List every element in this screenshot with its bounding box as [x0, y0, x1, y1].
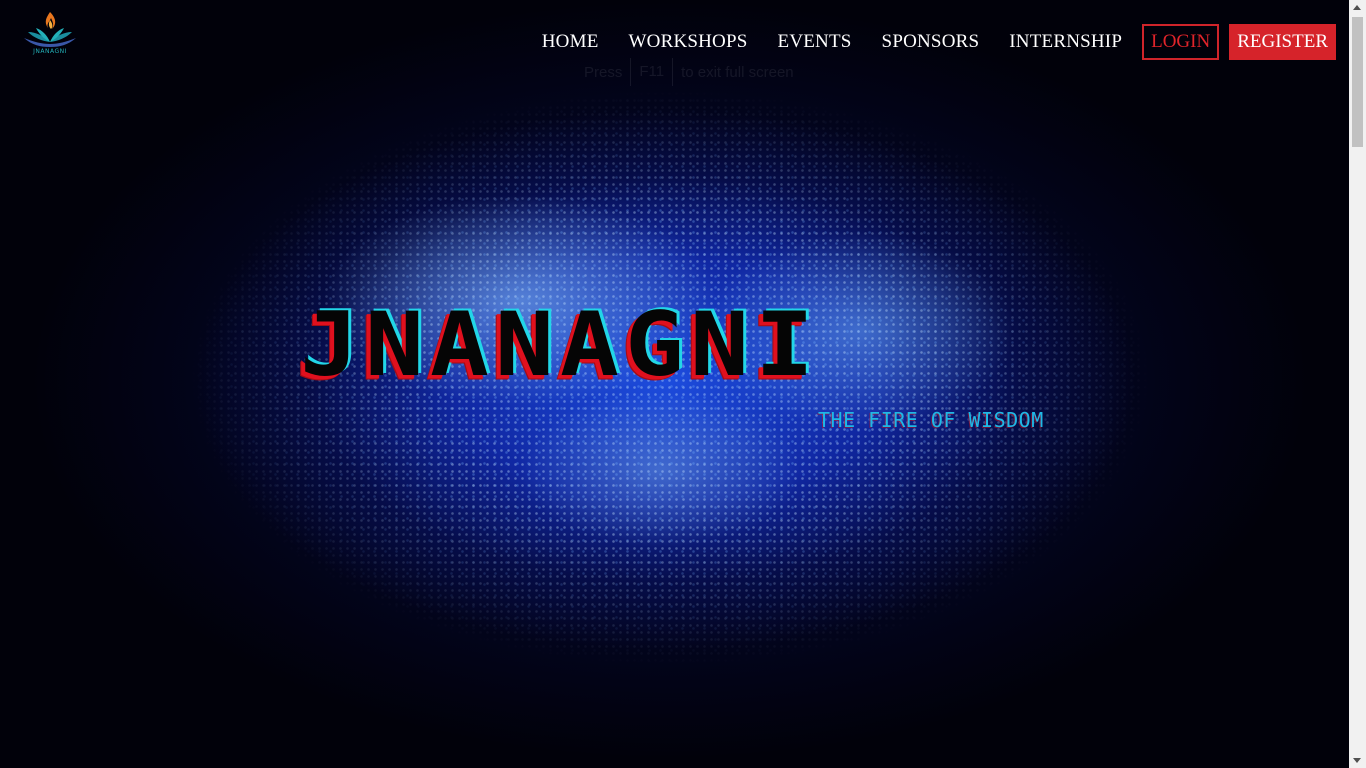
nav-item-sponsors[interactable]: SPONSORS — [867, 24, 995, 60]
logo-text: JNANAGNI — [33, 48, 67, 55]
site-logo[interactable]: JNANAGNI — [20, 8, 80, 58]
nav-item-internship[interactable]: INTERNSHIP — [994, 24, 1137, 60]
fullscreen-hint-suffix: to exit full screen — [681, 63, 794, 81]
fullscreen-hint-prefix: Press — [584, 63, 623, 81]
register-button[interactable]: REGISTER — [1229, 24, 1336, 60]
scroll-up-arrow-icon[interactable] — [1353, 5, 1361, 10]
scrollbar-thumb[interactable] — [1352, 17, 1363, 147]
landing-page: JNANAGNI HOME WORKSHOPS EVENTS SPONSORS … — [0, 0, 1366, 768]
nav-item-home[interactable]: HOME — [527, 24, 614, 60]
hero-title: JNANAGNI — [300, 294, 821, 397]
hero-tagline: THE FIRE OF WISDOM — [818, 408, 1044, 432]
login-button[interactable]: LOGIN — [1142, 24, 1220, 60]
page-scrollbar[interactable] — [1349, 0, 1366, 768]
nav-item-events[interactable]: EVENTS — [763, 24, 867, 60]
fullscreen-exit-hint: Press F11 to exit full screen — [584, 58, 794, 86]
scroll-down-arrow-icon[interactable] — [1353, 758, 1361, 763]
fullscreen-hint-key: F11 — [630, 58, 674, 86]
nav-item-workshops[interactable]: WORKSHOPS — [614, 24, 763, 60]
main-nav: HOME WORKSHOPS EVENTS SPONSORS INTERNSHI… — [527, 24, 1336, 60]
